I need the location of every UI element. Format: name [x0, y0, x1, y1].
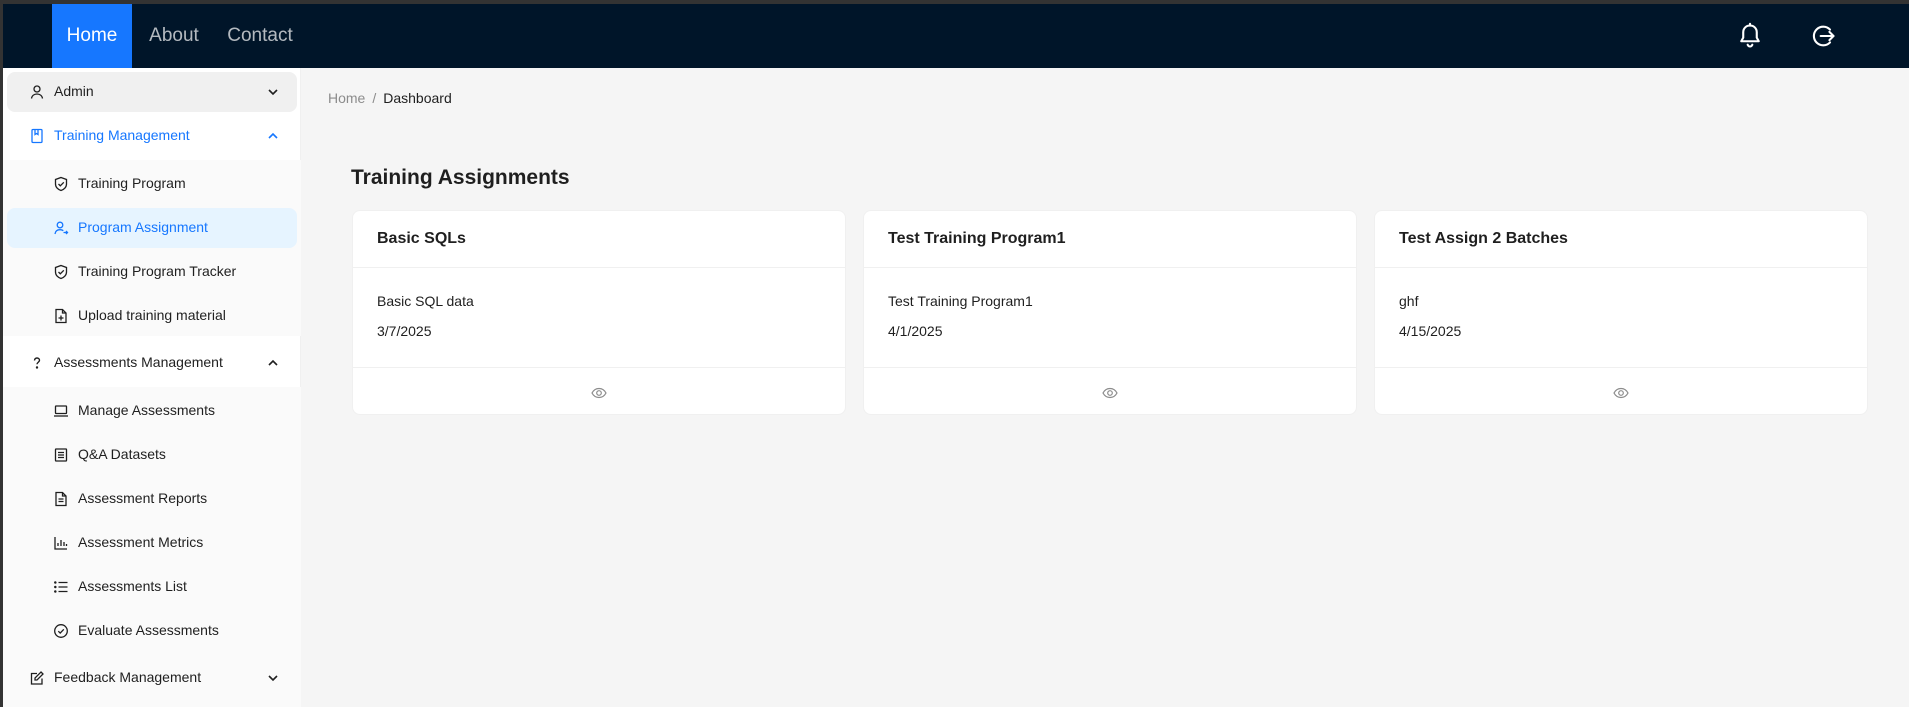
sidebar-item-training-management[interactable]: Training Management [7, 116, 297, 156]
laptop-icon [54, 405, 68, 417]
card-header: Test Assign 2 Batches [1375, 211, 1867, 268]
bell-icon[interactable] [1736, 22, 1764, 50]
sidebar-item-label: Assessments Management [54, 354, 223, 370]
sidebar-item-assessments-list[interactable]: Assessments List [7, 567, 297, 607]
assignment-card: Test Assign 2 Batches ghf 4/15/2025 [1374, 210, 1868, 415]
card-header: Basic SQLs [353, 211, 845, 268]
edit-icon [30, 671, 44, 685]
list-icon [54, 581, 68, 593]
sidebar-item-label: Training Program Tracker [78, 263, 237, 279]
sidebar-item-label: Feedback Management [54, 669, 202, 685]
card-actions [353, 367, 845, 415]
sidebar-item-feedback-management[interactable]: Feedback Management [7, 658, 297, 698]
card-title: Basic SQLs [377, 230, 466, 247]
chevron-up-icon [268, 359, 278, 366]
chevron-down-icon [268, 89, 278, 96]
sidebar-item-label: Training Management [54, 127, 190, 143]
card-date: 4/1/2025 [888, 323, 943, 339]
bar-chart-icon [54, 537, 68, 550]
sidebar-item-training-program-tracker[interactable]: Training Program Tracker [7, 252, 297, 292]
sidebar-item-program-assignment[interactable]: Program Assignment [7, 208, 297, 248]
card-date: 3/7/2025 [377, 323, 432, 339]
card-actions [864, 367, 1356, 415]
card-title: Test Assign 2 Batches [1399, 230, 1568, 247]
chevron-up-icon [268, 132, 278, 139]
check-circle-icon [54, 624, 68, 638]
card-description: Test Training Program1 [888, 293, 1033, 309]
sidebar: Admin Training Management Training Progr… [3, 68, 301, 707]
eye-icon[interactable] [1102, 385, 1118, 401]
sidebar-item-assessments-management[interactable]: Assessments Management [7, 343, 297, 383]
sidebar-item-assessment-reports[interactable]: Assessment Reports [7, 479, 297, 519]
sidebar-item-label: Training Program [78, 175, 186, 191]
file-add-icon [55, 308, 67, 324]
sidebar-item-label: Upload training material [78, 307, 226, 323]
user-switch-icon [54, 221, 69, 235]
sidebar-item-label: Assessment Reports [78, 490, 208, 506]
sidebar-item-evaluate-assessments[interactable]: Evaluate Assessments [7, 611, 297, 651]
nav-home[interactable]: Home [52, 4, 132, 68]
sidebar-item-label: Admin [54, 83, 94, 99]
breadcrumb-current: Dashboard [383, 90, 452, 106]
card-date: 4/15/2025 [1399, 323, 1462, 339]
card-actions [1375, 367, 1867, 415]
shield-check-icon [54, 264, 68, 280]
main-content: Home / Dashboard Training Assignments Basi… [301, 68, 1909, 707]
sidebar-item-qa-datasets[interactable]: Q&A Datasets [7, 435, 297, 475]
card-description: ghf [1399, 293, 1419, 309]
sidebar-item-label: Evaluate Assessments [78, 622, 219, 638]
breadcrumb-home[interactable]: Home [328, 90, 365, 106]
sidebar-item-label: Q&A Datasets [78, 446, 166, 462]
card-header: Test Training Program1 [864, 211, 1356, 268]
sidebar-item-label: Assessments List [78, 578, 187, 594]
nav-contact[interactable]: Contact [227, 4, 293, 68]
shield-check-icon [54, 176, 68, 192]
card-description: Basic SQL data [377, 293, 474, 309]
sidebar-item-manage-assessments[interactable]: Manage Assessments [7, 391, 297, 431]
user-icon [30, 85, 44, 99]
sidebar-item-label: Assessment Metrics [78, 534, 204, 550]
question-icon [33, 357, 41, 369]
top-navbar: Home About Contact [3, 4, 1909, 68]
breadcrumb-separator: / [372, 90, 377, 106]
card-title: Test Training Program1 [888, 230, 1066, 247]
sidebar-item-assessment-metrics[interactable]: Assessment Metrics [7, 523, 297, 563]
sidebar-item-training-program[interactable]: Training Program [7, 164, 297, 204]
chevron-down-icon [268, 675, 278, 682]
sidebar-item-label: Program Assignment [78, 219, 208, 235]
book-icon [31, 128, 43, 144]
eye-icon[interactable] [1613, 385, 1629, 401]
page-title: Training Assignments [351, 166, 570, 189]
breadcrumb: Home / Dashboard [328, 90, 452, 106]
assignment-card: Basic SQLs Basic SQL data 3/7/2025 [352, 210, 846, 415]
sidebar-item-upload-training-material[interactable]: Upload training material [7, 296, 297, 336]
app-window: Home About Contact Admin Training Manage… [0, 0, 1909, 707]
database-icon [54, 448, 68, 462]
sidebar-item-admin[interactable]: Admin [7, 72, 297, 112]
assignment-card: Test Training Program1 Test Training Pro… [863, 210, 1357, 415]
eye-icon[interactable] [591, 385, 607, 401]
nav-about[interactable]: About [147, 4, 201, 68]
file-text-icon [55, 491, 67, 507]
logout-icon[interactable] [1809, 22, 1837, 50]
sidebar-item-label: Manage Assessments [78, 402, 215, 418]
